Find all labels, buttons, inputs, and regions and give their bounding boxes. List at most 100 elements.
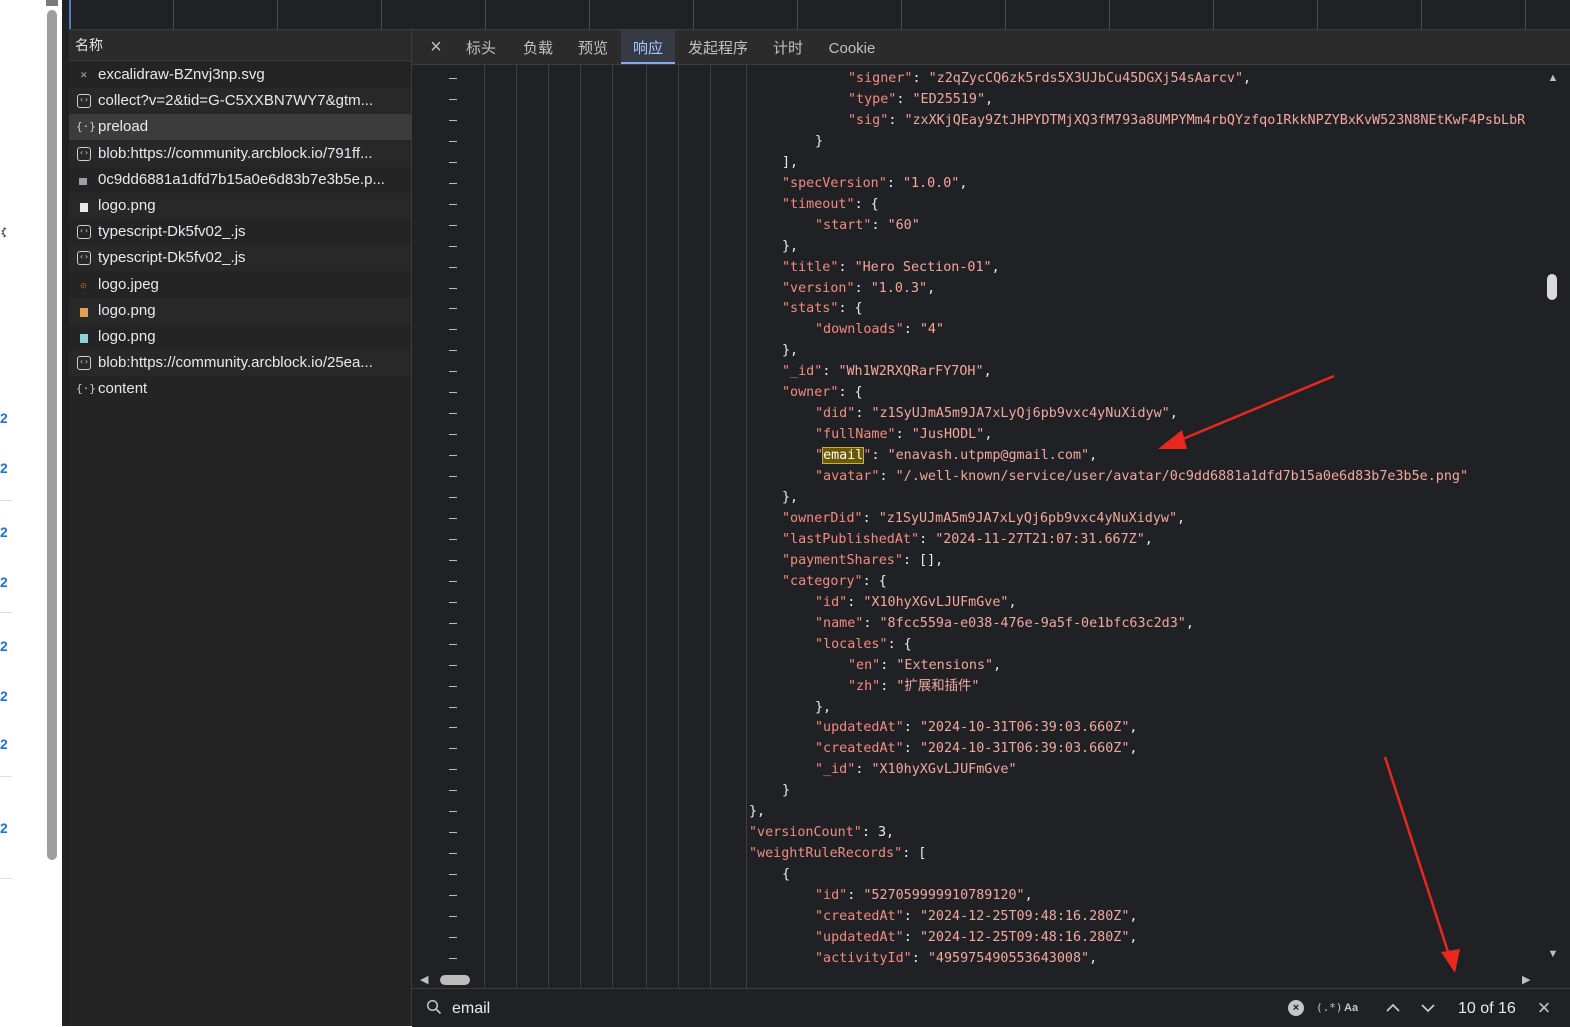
json-punct: }, — [782, 238, 799, 254]
indent-guide — [710, 65, 711, 1001]
divider — [0, 776, 12, 777]
json-punct: }, — [749, 804, 766, 820]
horizontal-scrollbar-thumb[interactable] — [440, 975, 470, 985]
json-key: "ownerDid" — [782, 510, 863, 526]
edge-link-fragment: 2 — [0, 460, 7, 476]
line-gutter-marker — [449, 224, 457, 226]
json-punct: } — [782, 783, 791, 799]
json-key: "title" — [782, 259, 839, 275]
waterfall-gridline — [797, 0, 798, 29]
line-gutter-marker — [449, 559, 457, 561]
tab-2[interactable]: 预览 — [566, 30, 620, 64]
request-row[interactable]: {·} preload — [69, 114, 411, 141]
request-row[interactable]: 0c9dd6881a1dfd7b15a0e6d83b7e3b5e.p... — [69, 167, 411, 193]
json-line: "updatedAt": "2024-12-25T09:48:16.280Z", — [815, 927, 1137, 948]
json-punct: : — [903, 741, 920, 757]
next-match-chevron-down-icon[interactable] — [1417, 997, 1439, 1019]
tab-0[interactable]: 标头 — [454, 30, 508, 64]
json-key: "createdAt" — [815, 741, 904, 757]
json-key: "updatedAt" — [815, 929, 904, 945]
line-gutter-marker — [449, 601, 457, 603]
request-row[interactable]: ‹› blob:https://community.arcblock.io/25e… — [69, 350, 411, 377]
line-gutter-marker — [449, 266, 457, 268]
json-line: "activityId": "495975490553643008", — [815, 948, 1097, 969]
line-gutter-marker — [449, 350, 457, 352]
fetch-icon: {·} — [76, 382, 96, 396]
request-name: typescript-Dk5fv02_.js — [98, 223, 246, 241]
indent-guide — [646, 65, 647, 1001]
json-punct: : { — [838, 385, 863, 401]
json-key: "sig" — [848, 112, 889, 128]
tab-4[interactable]: 发起程序 — [676, 30, 760, 64]
request-row[interactable]: logo.png — [69, 297, 411, 324]
json-key: "signer" — [848, 71, 913, 86]
json-punct: : — [903, 720, 920, 736]
scroll-right-arrow-icon[interactable]: ▶ — [1522, 973, 1530, 987]
close-icon[interactable]: × — [426, 37, 446, 57]
match-case-button[interactable]: Aa — [1344, 999, 1358, 1017]
previous-match-chevron-up-icon[interactable] — [1382, 997, 1404, 1019]
request-row[interactable]: ✕ excalidraw-BZnvj3np.svg — [69, 62, 411, 88]
json-line: "updatedAt": "2024-10-31T06:39:03.660Z", — [815, 717, 1137, 738]
json-key: "timeout" — [782, 196, 855, 212]
name-column-header[interactable]: 名称 — [69, 30, 411, 61]
scroll-left-arrow-icon[interactable]: ◀ — [420, 973, 428, 987]
request-row[interactable]: ⯐ logo.jpeg — [69, 272, 411, 298]
json-line: "sig": "zxXKjQEay9ZtJHPYDTMjXQ3fM793a8UM… — [848, 110, 1525, 131]
waterfall-gridline — [1421, 0, 1422, 29]
request-row[interactable]: logo.png — [69, 324, 411, 350]
request-row[interactable]: ‹› collect?v=2&tid=G-C5XXBN7WY7&gtm... — [69, 88, 411, 115]
request-name: logo.png — [98, 197, 156, 214]
json-punct: : — [903, 322, 920, 338]
close-search-icon[interactable]: × — [1534, 997, 1554, 1019]
scroll-down-arrow-icon[interactable]: ▼ — [1546, 948, 1560, 960]
json-line: "email": "enavash.utpmp@gmail.com", — [815, 445, 1097, 466]
request-row[interactable]: ‹› blob:https://community.arcblock.io/791… — [69, 140, 411, 167]
scroll-up-arrow-icon[interactable]: ▲ — [1546, 72, 1560, 84]
request-row[interactable]: ‹› typescript-Dk5fv02_.js — [69, 219, 411, 245]
json-line: "weightRuleRecords": [ — [749, 843, 926, 864]
json-punct: ], — [782, 154, 799, 170]
json-key: " — [815, 448, 824, 464]
line-gutter-marker — [449, 140, 457, 142]
json-string: "enavash.utpmp@gmail.com" — [887, 448, 1090, 464]
tab-5[interactable]: 计时 — [762, 30, 814, 64]
regex-toggle-button[interactable]: (.*) — [1316, 999, 1343, 1017]
indent-guide — [678, 65, 679, 1001]
request-row[interactable]: ‹› typescript-Dk5fv02_.js — [69, 245, 411, 272]
tab-3[interactable]: 响应 — [621, 30, 675, 64]
json-punct: , — [1144, 531, 1153, 547]
line-gutter-marker — [449, 790, 457, 792]
edge-link-fragment: 2 — [0, 574, 7, 590]
horizontal-scrollbar[interactable]: ◀ ▶ — [412, 971, 1550, 989]
line-gutter-marker — [449, 497, 457, 498]
json-punct: : — [822, 364, 839, 380]
clear-search-icon[interactable]: × — [1288, 1000, 1304, 1016]
json-punct: : — [919, 531, 936, 547]
waterfall-gridline — [1317, 0, 1318, 29]
vertical-scrollbar-thumb[interactable] — [1547, 274, 1557, 300]
json-line: "locales": { — [815, 634, 912, 655]
page-scrollbar-thumb[interactable] — [47, 10, 57, 860]
json-punct: , — [1177, 510, 1186, 526]
tab-1[interactable]: 负载 — [511, 30, 565, 64]
divider — [0, 878, 12, 879]
request-row[interactable]: {·} content — [69, 376, 411, 402]
line-gutter-marker — [449, 853, 457, 855]
json-punct: : { — [838, 301, 863, 317]
document-icon: ‹› — [77, 251, 91, 266]
json-string: "扩展和插件" — [896, 678, 980, 694]
line-gutter-marker — [449, 308, 457, 310]
response-viewer[interactable]: "signer": "z2qZycCQ6zk5rds5X3UJbCu45DGXj… — [412, 65, 1550, 1001]
line-gutter-marker — [449, 936, 457, 938]
request-row[interactable]: logo.png — [69, 193, 411, 219]
image-icon — [80, 334, 88, 343]
json-line: "id": "527059999910789120", — [815, 885, 1033, 906]
tab-6[interactable]: Cookie — [817, 30, 887, 64]
search-input[interactable] — [450, 995, 1234, 1023]
request-name: collect?v=2&tid=G-C5XXBN7WY7&gtm... — [98, 92, 374, 110]
json-punct: : — [862, 510, 879, 526]
json-line: ], — [782, 152, 798, 173]
waterfall-overview[interactable] — [69, 0, 1570, 30]
json-punct: : — [879, 469, 896, 485]
